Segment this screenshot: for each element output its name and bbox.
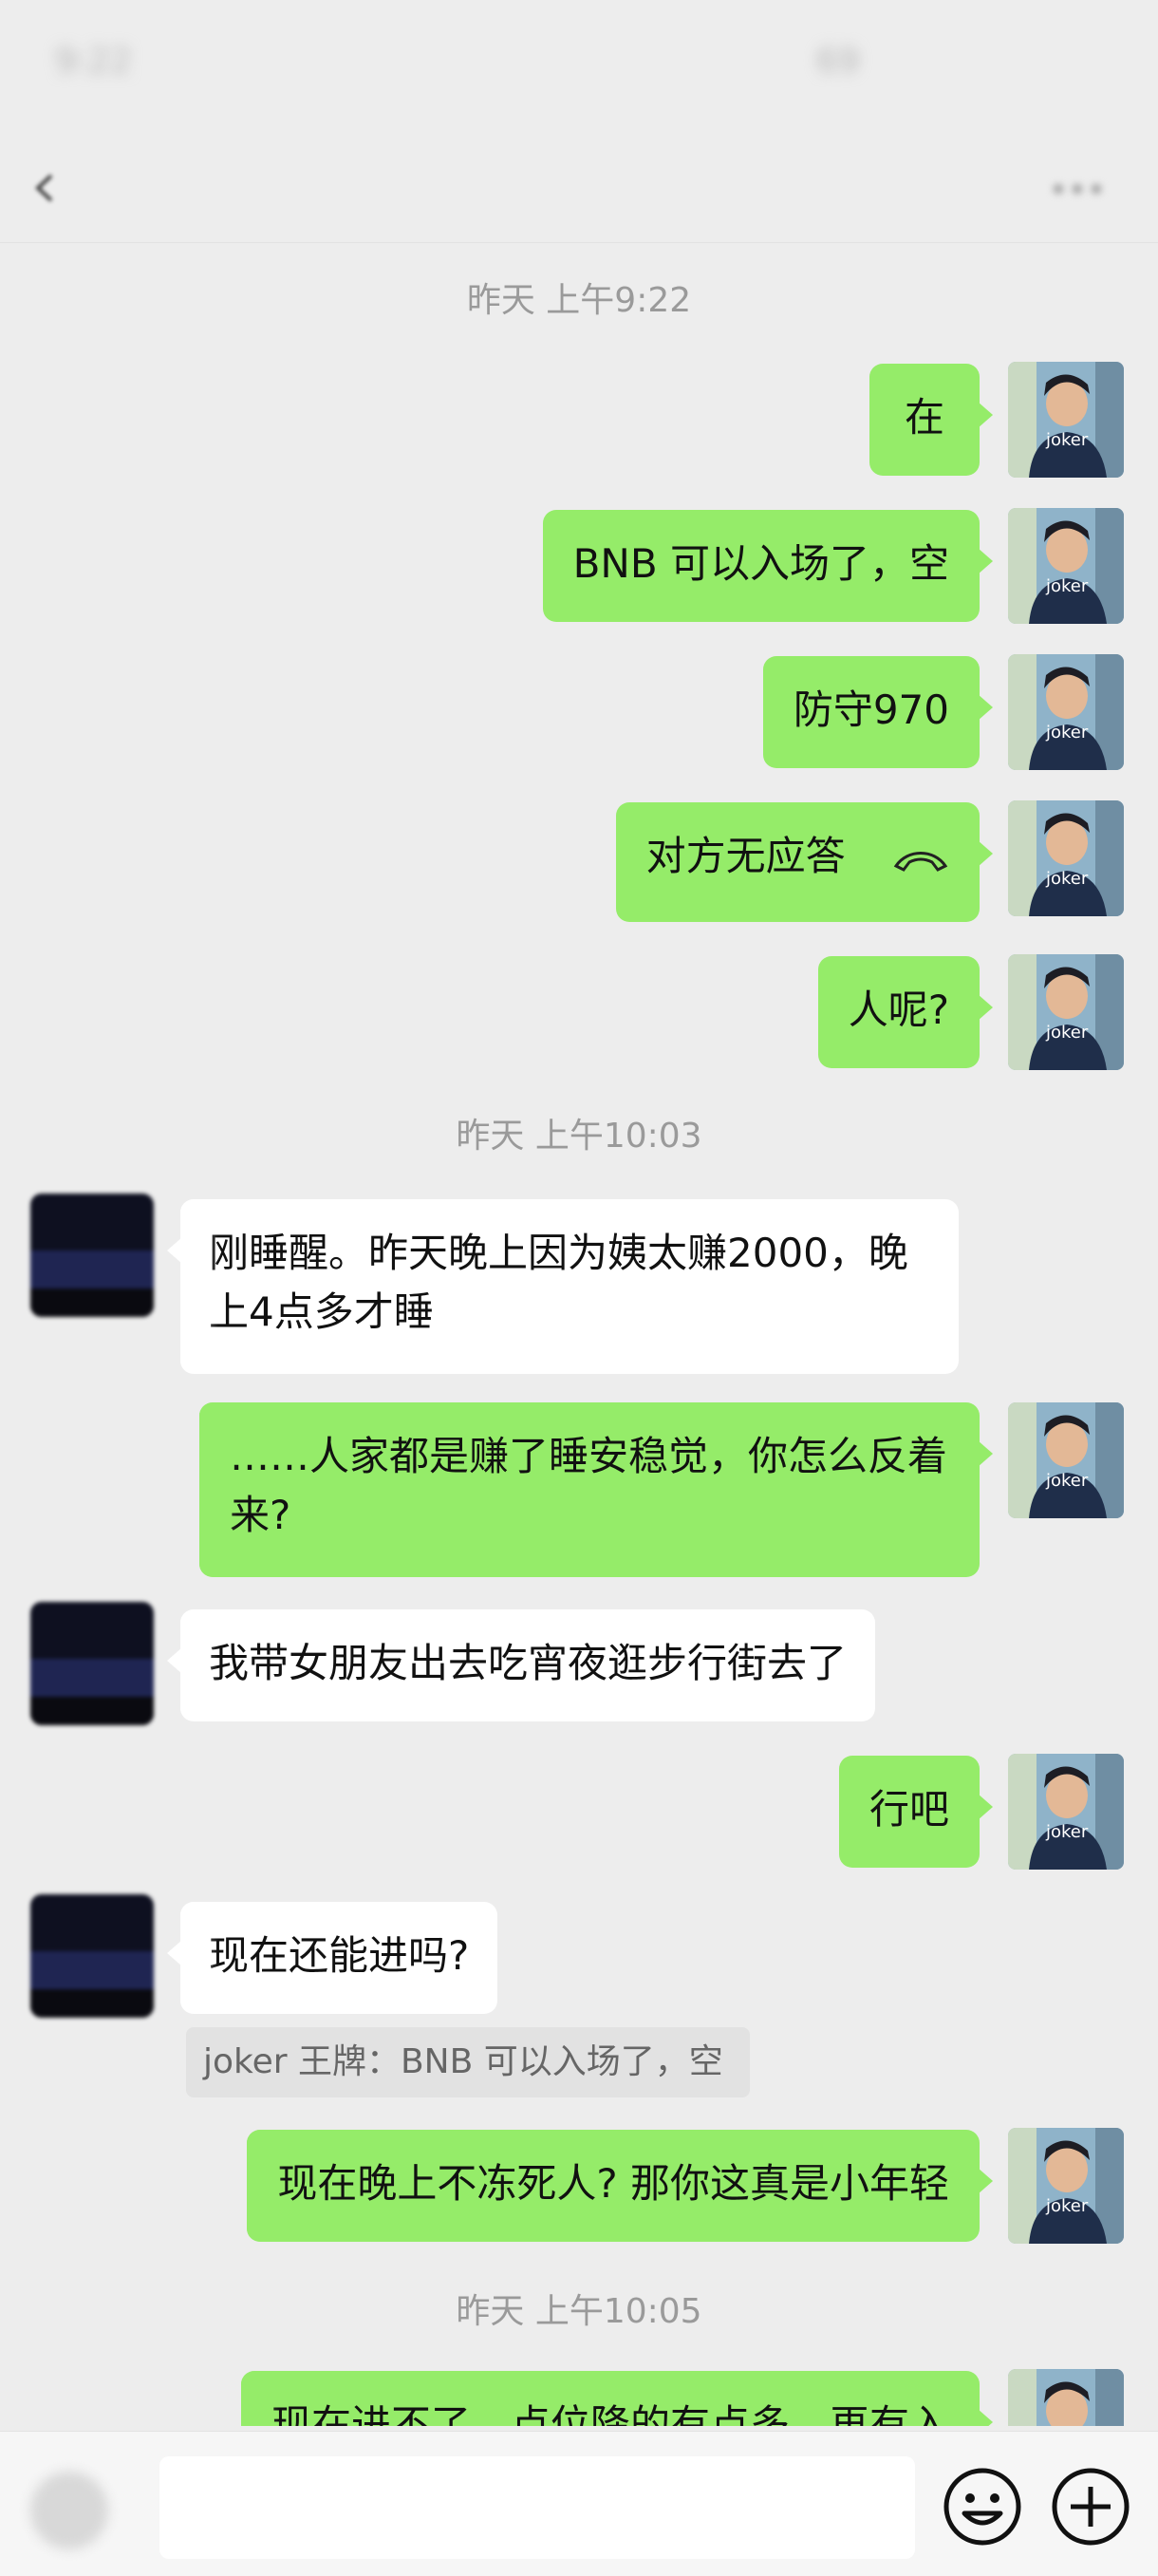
avatar-image xyxy=(30,1894,154,2018)
missed-call-bubble[interactable]: 对方无应答 xyxy=(615,802,994,922)
my-avatar[interactable]: joker xyxy=(1008,1402,1124,1518)
phone-hangup-icon xyxy=(893,851,948,872)
avatar-label: joker xyxy=(1045,1471,1089,1491)
message-text: 刚睡醒。昨天晚上因为姨太赚2000，晚上4点多才睡 xyxy=(209,1230,908,1335)
avatar-label: joker xyxy=(1045,430,1089,450)
avatar-image xyxy=(30,1602,154,1725)
timestamp: 昨天 上午10:03 xyxy=(456,1117,702,1156)
plus-icon[interactable] xyxy=(1050,2466,1131,2548)
my-avatar[interactable]: joker xyxy=(1008,362,1124,478)
avatar-image: joker xyxy=(1008,1402,1124,1518)
my-message-bubble[interactable]: ……人家都是赚了睡安稳觉，你怎么反着来? xyxy=(199,1402,993,1577)
contact-message-bubble[interactable]: 我带女朋友出去吃宵夜逛步行街去了 xyxy=(166,1609,876,1721)
timestamp: 昨天 上午10:05 xyxy=(456,2292,702,2331)
avatar-label: joker xyxy=(1045,723,1089,743)
chevron-left-icon[interactable] xyxy=(28,172,61,204)
avatar-image: joker xyxy=(1008,800,1124,916)
message-text: 防守970 xyxy=(793,686,949,733)
avatar-image: joker xyxy=(1008,508,1124,624)
my-avatar[interactable]: joker xyxy=(1008,1754,1124,1870)
bubble-edge-fade xyxy=(180,1199,218,1374)
message-text: 现在还能进吗? xyxy=(209,1932,470,1979)
my-message-bubble[interactable]: 在 xyxy=(869,364,993,476)
message-text: 行吧 xyxy=(868,1786,949,1833)
chat-message-list[interactable]: 昨天 上午9:22 在 joker BNB 可以入场了，空 joker 防守97… xyxy=(0,242,1158,2426)
message-text: 现在晚上不冻死人? 那你这真是小年轻 xyxy=(277,2160,949,2207)
avatar-label: joker xyxy=(1045,2196,1089,2216)
contact-avatar[interactable] xyxy=(30,1194,154,1317)
message-text: 我带女朋友出去吃宵夜逛步行街去了 xyxy=(209,1640,848,1686)
message-input[interactable] xyxy=(159,2456,915,2559)
nav-bar xyxy=(0,138,1158,243)
message-text: 对方无应答 xyxy=(645,833,846,879)
more-icon[interactable] xyxy=(1035,170,1120,208)
emoji-icon[interactable] xyxy=(942,2466,1023,2548)
avatar-image: joker xyxy=(1008,654,1124,770)
bubble-edge-fade xyxy=(247,2130,286,2242)
avatar-image xyxy=(30,1194,154,1317)
input-bar xyxy=(0,2431,1158,2576)
avatar-label: joker xyxy=(1045,576,1089,596)
avatar-label: joker xyxy=(1045,1822,1089,1842)
message-text: BNB 可以入场了，空 xyxy=(572,540,949,587)
message-text: 人呢? xyxy=(848,987,949,1033)
my-avatar[interactable]: joker xyxy=(1008,800,1124,916)
my-avatar[interactable]: joker xyxy=(1008,654,1124,770)
contact-avatar[interactable] xyxy=(30,1602,154,1725)
message-text: 在 xyxy=(904,394,944,441)
bubble-edge-fade xyxy=(199,1402,237,1577)
status-indicators: 69 xyxy=(816,42,860,81)
my-message-bubble[interactable]: 防守970 xyxy=(762,656,994,768)
message-text: 现在进不了，点位降的有点多，再有入 xyxy=(271,2401,949,2426)
voice-icon[interactable] xyxy=(30,2472,108,2549)
contact-message-bubble[interactable]: 现在还能进吗? xyxy=(166,1902,498,2014)
my-message-bubble[interactable]: 人呢? xyxy=(817,956,994,1068)
my-message-bubble[interactable]: BNB 可以入场了，空 xyxy=(542,510,994,622)
avatar-image: joker xyxy=(1008,2128,1124,2244)
bubble-edge-fade xyxy=(180,1609,218,1721)
avatar-image: joker xyxy=(1008,2369,1124,2426)
status-bar: 9:22 69 xyxy=(0,0,1158,138)
avatar-image: joker xyxy=(1008,954,1124,1070)
my-message-bubble[interactable]: 行吧 xyxy=(838,1756,994,1868)
my-message-bubble[interactable]: 现在进不了，点位降的有点多，再有入 xyxy=(240,2371,994,2426)
timestamp: 昨天 上午9:22 xyxy=(466,281,692,320)
avatar-label: joker xyxy=(1045,869,1089,889)
quote-text: joker 王牌：BNB 可以入场了，空 xyxy=(203,2042,723,2081)
avatar-image: joker xyxy=(1008,362,1124,478)
my-avatar[interactable]: joker xyxy=(1008,954,1124,1070)
contact-message-bubble[interactable]: 刚睡醒。昨天晚上因为姨太赚2000，晚上4点多才睡 xyxy=(167,1199,959,1374)
quoted-message[interactable]: joker 王牌：BNB 可以入场了，空 xyxy=(186,2027,750,2097)
my-message-bubble[interactable]: 现在晚上不冻死人? 那你这真是小年轻 xyxy=(247,2130,993,2242)
bubble-edge-fade xyxy=(180,1902,218,2014)
message-text: ……人家都是赚了睡安稳觉，你怎么反着来? xyxy=(230,1433,948,1538)
avatar-image: joker xyxy=(1008,1754,1124,1870)
avatar-label: joker xyxy=(1045,1023,1089,1043)
status-time: 9:22 xyxy=(55,42,132,81)
contact-avatar[interactable] xyxy=(30,1894,154,2018)
my-avatar[interactable]: joker xyxy=(1008,2369,1124,2426)
bubble-edge-fade xyxy=(240,2371,279,2426)
my-avatar[interactable]: joker xyxy=(1008,2128,1124,2244)
my-avatar[interactable]: joker xyxy=(1008,508,1124,624)
